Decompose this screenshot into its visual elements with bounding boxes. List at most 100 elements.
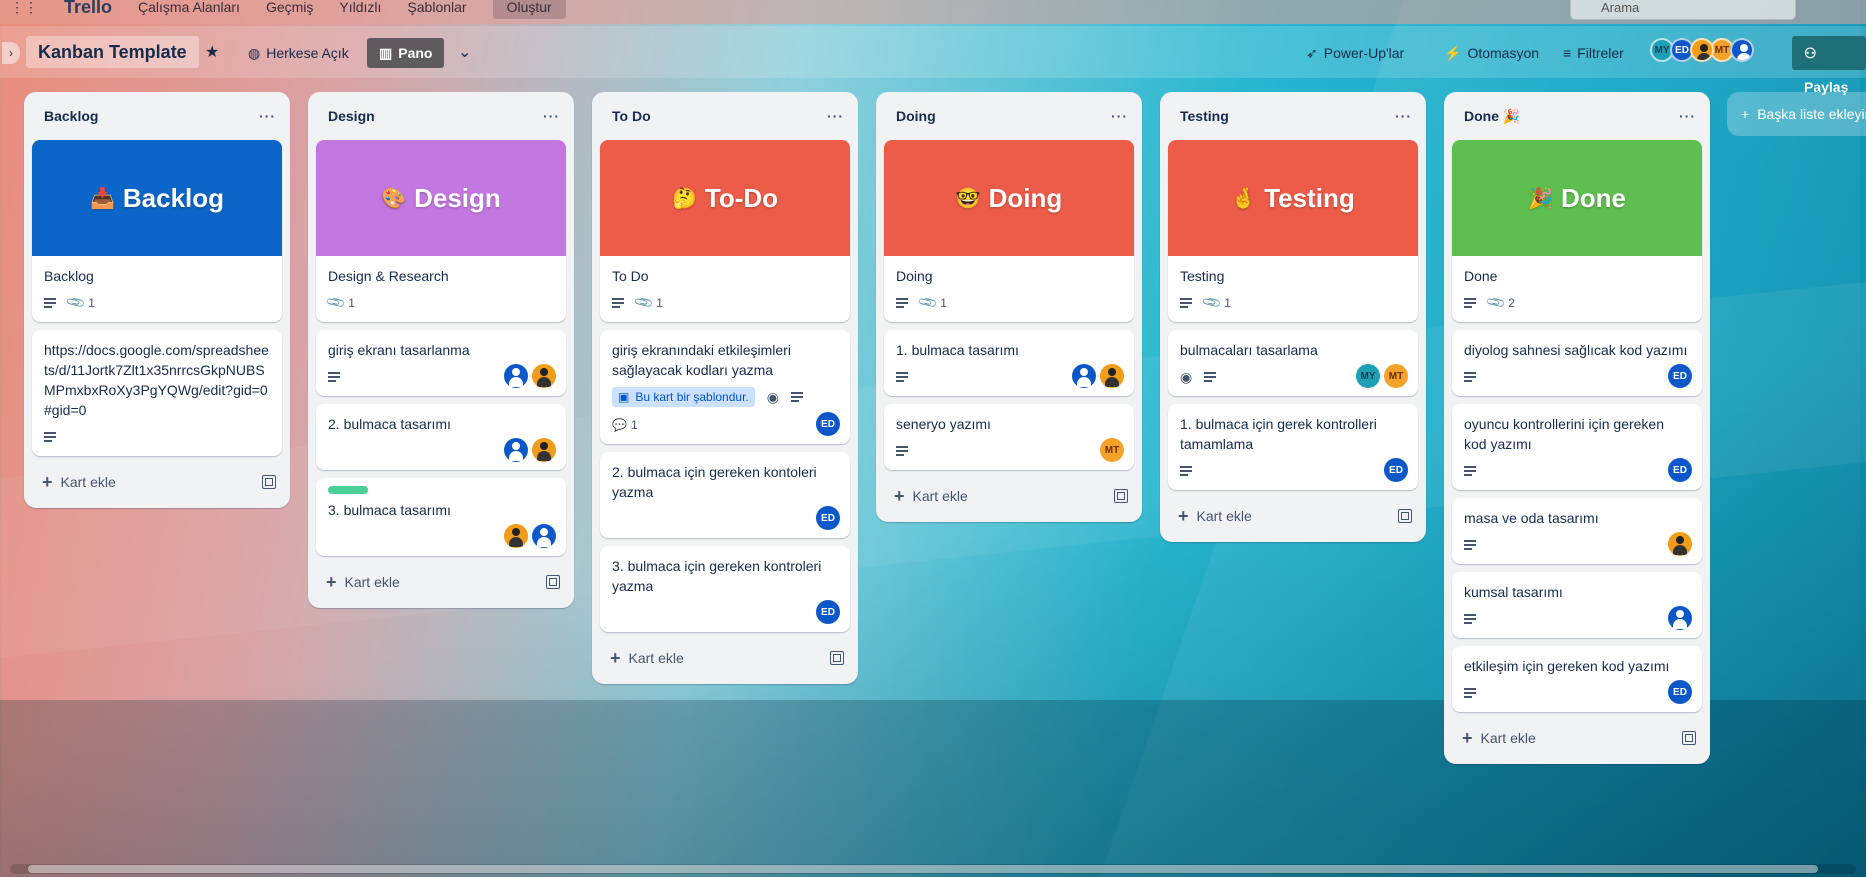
member-avatar-mt[interactable]: MT [1100,438,1124,462]
apps-icon[interactable]: ⋮⋮ [10,0,38,16]
list-card[interactable]: diyolog sahnesi sağlıcak kod yazımı ED [1452,330,1702,396]
list-card[interactable]: https://docs.google.com/spreadsheets/d/1… [32,330,282,456]
list-card[interactable]: seneryo yazımı MT [884,404,1134,470]
filters-button[interactable]: ≡ Filtreler [1555,38,1632,68]
list-header[interactable]: To Do ··· [592,92,858,140]
cover-card[interactable]: 🎉 Done Done 📎 2 [1452,140,1702,322]
automation-label: Otomasyon [1467,45,1540,61]
scrollbar-thumb[interactable] [28,865,1818,873]
list-menu-icon[interactable]: ··· [1679,108,1696,124]
cover-card[interactable]: 🤓 Doing Doing 📎 1 [884,140,1134,322]
add-card-button[interactable]: + Kart ekle [1160,498,1426,534]
member-avatar-user-2[interactable] [532,438,556,462]
nav-starred[interactable]: Yıldızlı [339,0,381,15]
member-avatar-ed[interactable]: ED [1668,680,1692,704]
powerups-button[interactable]: ➶ Power-Up'lar [1298,38,1412,68]
list-header[interactable]: Doing ··· [876,92,1142,140]
list-card[interactable]: 1. bulmaca için gerek kontrolleri tamaml… [1168,404,1418,490]
trello-logo[interactable]: Trello [64,0,112,18]
description-icon [1464,372,1476,382]
cover-card[interactable]: 🤞 Testing Testing 📎 1 [1168,140,1418,322]
add-card-button[interactable]: + Kart ekle [876,478,1142,514]
member-avatar-user[interactable] [504,364,528,388]
member-avatar-ed[interactable]: ED [816,412,840,436]
list-menu-icon[interactable]: ··· [1395,108,1412,124]
create-from-template-icon[interactable] [830,651,844,665]
list-header[interactable]: Done 🎉 ··· [1444,92,1710,140]
member-avatar-ed[interactable]: ED [1668,364,1692,388]
cover-card[interactable]: 🤔 To-Do To Do 📎 1 [600,140,850,322]
member-avatar-user[interactable] [504,438,528,462]
star-icon[interactable]: ★ [205,42,219,62]
nav-templates[interactable]: Şablonlar [407,0,466,15]
description-icon [1204,372,1217,382]
list-card[interactable]: giriş ekranı tasarlanma [316,330,566,396]
search-input[interactable]: Arama [1570,0,1796,20]
create-from-template-icon[interactable] [1682,731,1696,745]
nav-recent[interactable]: Geçmiş [266,0,313,15]
sidebar-toggle-button[interactable]: › [2,42,20,64]
card-title: 3. bulmaca tasarımı [328,502,451,518]
add-card-button[interactable]: + Kart ekle [24,464,290,500]
list-menu-icon[interactable]: ··· [1111,108,1128,124]
plus-icon: + [42,471,53,492]
list-card[interactable]: 3. bulmaca için gereken kontroleri yazma… [600,546,850,632]
member-avatar-user-2[interactable] [1730,38,1754,62]
add-card-button[interactable]: + Kart ekle [592,640,858,676]
visibility-button[interactable]: ◍ Herkese Açık [240,38,357,68]
list-card[interactable]: 1. bulmaca tasarımı [884,330,1134,396]
automation-button[interactable]: ⚡ Otomasyon [1436,38,1547,68]
board-view-button[interactable]: ▥ Pano [367,38,445,68]
member-avatar-user[interactable] [1072,364,1096,388]
list-card[interactable]: giriş ekranındaki etkileşimleri sağlayac… [600,330,850,444]
list-card[interactable]: kumsal tasarımı [1452,572,1702,638]
member-avatar-my[interactable]: MY [1356,364,1380,388]
list-card[interactable]: bulmacaları tasarlama ◉ MY MT [1168,330,1418,396]
member-avatar-user-2[interactable] [1100,364,1124,388]
list-menu-icon[interactable]: ··· [827,108,844,124]
list-header[interactable]: Design ··· [308,92,574,140]
list-card[interactable]: etkileşim için gereken kod yazımı ED [1452,646,1702,712]
list-card[interactable]: 2. bulmaca tasarımı [316,404,566,470]
cover-card[interactable]: 🎨 Design Design & Research 📎 1 [316,140,566,322]
list-card[interactable]: 2. bulmaca için gereken kontoleri yazma … [600,452,850,538]
list-header[interactable]: Backlog ··· [24,92,290,140]
member-avatar-mt[interactable]: MT [1384,364,1408,388]
create-from-template-icon[interactable] [1398,509,1412,523]
list-card[interactable]: oyuncu kontrollerini için gereken kod ya… [1452,404,1702,490]
plus-icon: + [1741,106,1750,122]
list-menu-icon[interactable]: ··· [543,108,560,124]
party-popper-emoji-icon: 🎉 [1528,187,1553,210]
share-button[interactable]: ⚇ Paylaş [1792,36,1866,95]
member-avatar-user[interactable] [1668,532,1692,556]
member-avatar-user[interactable] [1668,606,1692,630]
list-card[interactable]: masa ve oda tasarımı [1452,498,1702,564]
member-avatar-user[interactable] [504,524,528,548]
nav-workspaces[interactable]: Çalışma Alanları [138,0,240,15]
green-label[interactable] [328,486,368,494]
cover-card[interactable]: 📥 Backlog Backlog 📎 1 [32,140,282,322]
create-from-template-icon[interactable] [546,575,560,589]
powerups-label: Power-Up'lar [1323,45,1405,61]
create-button[interactable]: Oluştur [492,0,566,19]
card-title: 1. bulmaca için gerek kontrolleri tamaml… [1180,416,1377,452]
create-from-template-icon[interactable] [1114,489,1128,503]
attachments-count: 1 [656,296,663,310]
member-avatar-ed[interactable]: ED [816,600,840,624]
add-card-button[interactable]: + Kart ekle [308,564,574,600]
member-avatar-user-2[interactable] [532,364,556,388]
member-avatar-user-2[interactable] [532,524,556,548]
list-header[interactable]: Testing ··· [1160,92,1426,140]
list-menu-icon[interactable]: ··· [259,108,276,124]
board-title[interactable]: Kanban Template [26,36,199,68]
list-card[interactable]: 3. bulmaca tasarımı [316,478,566,556]
member-avatar-ed[interactable]: ED [1668,458,1692,482]
member-avatar-ed[interactable]: ED [1384,458,1408,482]
add-list-button[interactable]: + Başka liste ekleyin [1727,92,1866,136]
member-avatar-user[interactable] [1690,38,1714,62]
add-card-button[interactable]: + Kart ekle [1444,720,1710,756]
horizontal-scrollbar[interactable] [10,864,1856,874]
chevron-down-icon[interactable]: ⌄ [450,38,479,68]
member-avatar-ed[interactable]: ED [816,506,840,530]
create-from-template-icon[interactable] [262,475,276,489]
